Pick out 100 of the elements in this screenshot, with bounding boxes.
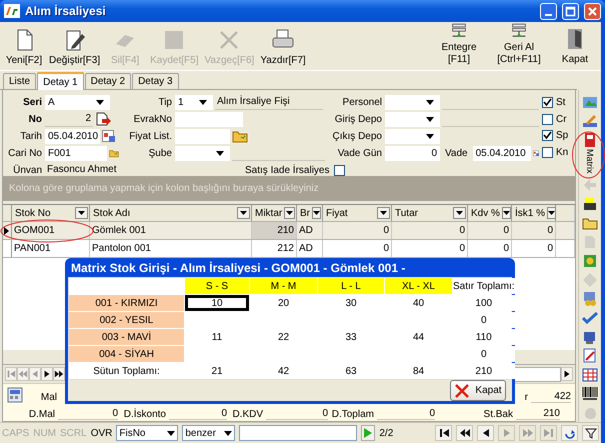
filter-icon — [584, 427, 596, 439]
close-button[interactable]: Kapat — [450, 380, 506, 401]
play-icon — [364, 428, 372, 438]
column-header[interactable]: Miktar — [252, 205, 297, 221]
table-cell: AD — [297, 222, 323, 239]
minimize-button[interactable] — [540, 2, 557, 20]
dropdown-arrow-icon — [224, 430, 232, 436]
nav-button[interactable] — [561, 425, 578, 441]
column-header[interactable]: Fiyat — [323, 205, 392, 221]
maximize-button[interactable] — [562, 2, 579, 20]
nav-button[interactable] — [456, 425, 473, 441]
run-button[interactable] — [361, 425, 376, 441]
close-button[interactable] — [584, 2, 601, 20]
dropdown-field[interactable]: benzer — [182, 425, 236, 441]
column-header[interactable]: Tutar — [392, 205, 468, 221]
column-filter-button[interactable] — [377, 207, 390, 219]
table-row[interactable]: GOM001 Gömlek 001 210 AD 0 0 0 0 — [3, 222, 575, 240]
text-field[interactable] — [175, 112, 243, 126]
dropdown-field[interactable]: A — [45, 94, 110, 110]
column-filter-button[interactable] — [75, 207, 88, 219]
dropdown-field[interactable] — [385, 128, 440, 144]
toolbar-button[interactable]: Entegre [F11] — [433, 22, 485, 70]
checkbox[interactable] — [542, 96, 553, 108]
column-filter-button[interactable] — [312, 207, 321, 219]
arrow-icon — [582, 176, 598, 192]
column-filter-button[interactable] — [547, 207, 556, 219]
toolbar-button[interactable]: Yeni[F2] — [2, 22, 46, 70]
checkbox[interactable] — [542, 130, 553, 142]
dropdown-field[interactable]: 1 — [175, 94, 213, 110]
row-header: 001 - KIRMIZI — [69, 295, 184, 311]
table-cell: Pantolon 001 — [90, 240, 252, 257]
dropdown-arrow-icon — [502, 211, 510, 215]
checkbox[interactable] — [334, 164, 346, 176]
field-label: EvrakNo — [132, 114, 172, 124]
date-field[interactable]: 05.04.2010 — [45, 128, 100, 144]
field-label: Şube — [148, 148, 172, 158]
column-filter-button[interactable] — [284, 207, 295, 219]
field-label: Vade Gün — [336, 148, 382, 158]
column-header: XL - XL — [385, 278, 452, 294]
scroll-right-button[interactable] — [561, 367, 573, 381]
dropdown-arrow-icon — [313, 211, 320, 215]
sidebar-icon-button[interactable] — [582, 366, 598, 382]
dropdown-field[interactable] — [385, 94, 440, 110]
column-header[interactable]: Br — [297, 205, 323, 221]
tab[interactable]: Liste — [3, 73, 36, 89]
table-cell: 212 — [252, 240, 297, 257]
column-header: L - L — [318, 278, 384, 294]
field-label: Ünvan — [12, 164, 42, 176]
table-cell: GOM001 — [12, 222, 90, 239]
toolbar-button[interactable]: Geri Al [Ctrl+F11] — [485, 22, 553, 70]
checkbox[interactable] — [542, 147, 553, 158]
toolbar-button[interactable]: Yazdır[F7] — [257, 22, 309, 70]
gear-icon — [582, 252, 598, 268]
toolbar-button[interactable]: Kapat — [553, 22, 597, 70]
column-filter-button[interactable] — [502, 207, 511, 219]
next-icon — [42, 368, 52, 380]
summary-label: D.İskonto — [122, 409, 167, 420]
sidebar-icon-button[interactable] — [582, 386, 598, 402]
column-header[interactable]: İsk1 % — [512, 205, 556, 221]
row-pointer-icon — [3, 226, 9, 234]
checkbox-label: Cr — [556, 114, 567, 125]
text-field[interactable]: F001 — [45, 146, 107, 160]
nav-button[interactable] — [435, 425, 452, 441]
tab[interactable]: Detay 3 — [132, 73, 179, 89]
date-field[interactable]: 05.04.2010 — [472, 146, 531, 160]
number-field[interactable]: 2 — [45, 112, 93, 126]
text-field[interactable] — [175, 128, 230, 144]
toolbar-button[interactable]: Değiştir[F3] — [46, 22, 104, 70]
dropdown-field[interactable]: FisNo — [116, 425, 178, 441]
nav-button[interactable] — [477, 425, 494, 441]
column-header[interactable]: Stok Adı — [90, 205, 252, 221]
tab[interactable]: Detay 2 — [84, 73, 132, 89]
search-field[interactable] — [239, 425, 358, 441]
table-cell: 0 — [468, 240, 512, 257]
document-arrow-icon — [95, 112, 111, 126]
dropdown-arrow-icon — [78, 211, 85, 215]
field-label: Vade — [445, 148, 468, 158]
table-icon — [582, 366, 598, 382]
column-header: Satır Toplamı: — [453, 278, 515, 294]
text-field[interactable]: Alım İrsaliye Fişi — [215, 94, 323, 110]
document-icon — [582, 234, 598, 250]
pen-icon — [582, 113, 598, 129]
nav-button[interactable] — [53, 367, 65, 381]
folder-icon — [232, 129, 248, 143]
dropdown-field[interactable] — [385, 112, 440, 126]
tab[interactable]: Detay 1 — [37, 72, 84, 90]
column-filter-button[interactable] — [453, 207, 466, 219]
column-header[interactable]: Kdv % — [468, 205, 512, 221]
nav-button[interactable] — [41, 367, 53, 381]
field-label: Giriş Depo — [334, 114, 382, 124]
column-filter-button[interactable] — [237, 207, 250, 219]
checkbox[interactable] — [542, 114, 553, 125]
summary-label: D.KDV — [231, 409, 264, 420]
nav-button[interactable] — [582, 425, 599, 441]
number-field[interactable]: 0 — [385, 146, 440, 160]
coins-icon — [582, 290, 598, 306]
dropdown-field[interactable] — [175, 146, 230, 160]
column-header[interactable]: Stok No — [12, 205, 90, 221]
quantity-cell[interactable]: 10 — [185, 295, 249, 311]
highlight-ellipse — [572, 131, 605, 179]
